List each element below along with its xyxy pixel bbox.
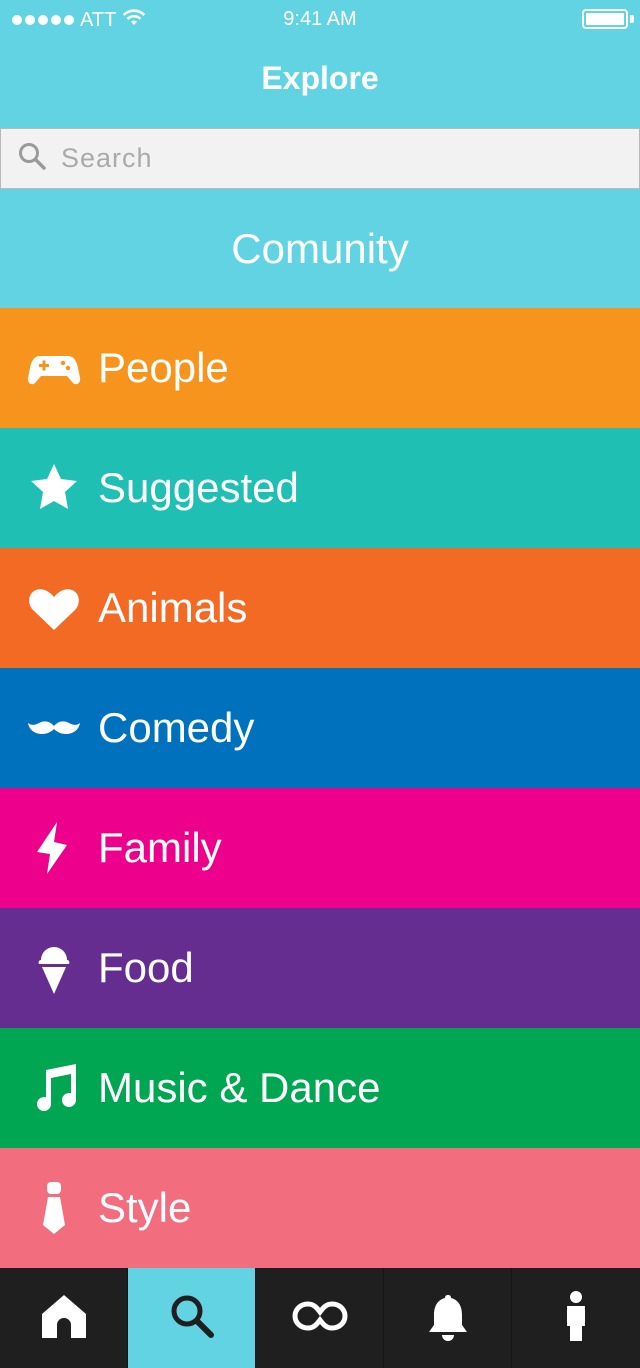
search-icon	[166, 1290, 218, 1347]
tie-icon	[26, 1180, 82, 1236]
tab-home[interactable]	[0, 1268, 128, 1368]
category-label: Food	[98, 944, 194, 991]
tab-profile[interactable]	[512, 1268, 640, 1368]
category-animals[interactable]: Animals	[0, 548, 640, 668]
category-label: Comedy	[98, 704, 255, 751]
category-style[interactable]: Style	[0, 1148, 640, 1268]
battery-icon	[582, 9, 628, 29]
category-label: Style	[98, 1184, 192, 1231]
music-note-icon	[26, 1060, 82, 1116]
category-label: Family	[98, 824, 222, 871]
infinity-icon	[288, 1290, 352, 1347]
category-label: People	[98, 344, 229, 391]
category-label: Animals	[98, 584, 248, 631]
category-food[interactable]: Food	[0, 908, 640, 1028]
bell-icon	[422, 1290, 474, 1347]
category-label: Suggested	[98, 464, 299, 511]
tab-search[interactable]	[128, 1268, 256, 1368]
search-icon	[17, 141, 47, 176]
section-title: Comunity	[231, 224, 409, 272]
category-people[interactable]: People	[0, 308, 640, 428]
status-bar: ATT 9:41 AM	[0, 0, 640, 40]
star-icon	[26, 460, 82, 516]
category-comedy[interactable]: Comedy	[0, 668, 640, 788]
category-music-dance[interactable]: Music & Dance	[0, 1028, 640, 1148]
ice-cream-icon	[26, 940, 82, 996]
page-title: Explore	[261, 60, 379, 96]
search-input[interactable]	[61, 143, 621, 174]
person-icon	[550, 1290, 602, 1347]
tab-feed[interactable]	[256, 1268, 384, 1368]
category-list: People Suggested Animals Comedy Family F…	[0, 308, 640, 1268]
lightning-icon	[26, 820, 82, 876]
home-icon	[38, 1290, 90, 1347]
tab-notifications[interactable]	[384, 1268, 512, 1368]
heart-icon	[26, 580, 82, 636]
search-bar[interactable]	[0, 128, 640, 189]
mustache-icon	[26, 700, 82, 756]
category-family[interactable]: Family	[0, 788, 640, 908]
gamepad-icon	[26, 340, 82, 396]
category-suggested[interactable]: Suggested	[0, 428, 640, 548]
category-label: Music & Dance	[98, 1064, 381, 1111]
status-time: 9:41 AM	[283, 8, 357, 30]
tab-bar	[0, 1268, 640, 1368]
